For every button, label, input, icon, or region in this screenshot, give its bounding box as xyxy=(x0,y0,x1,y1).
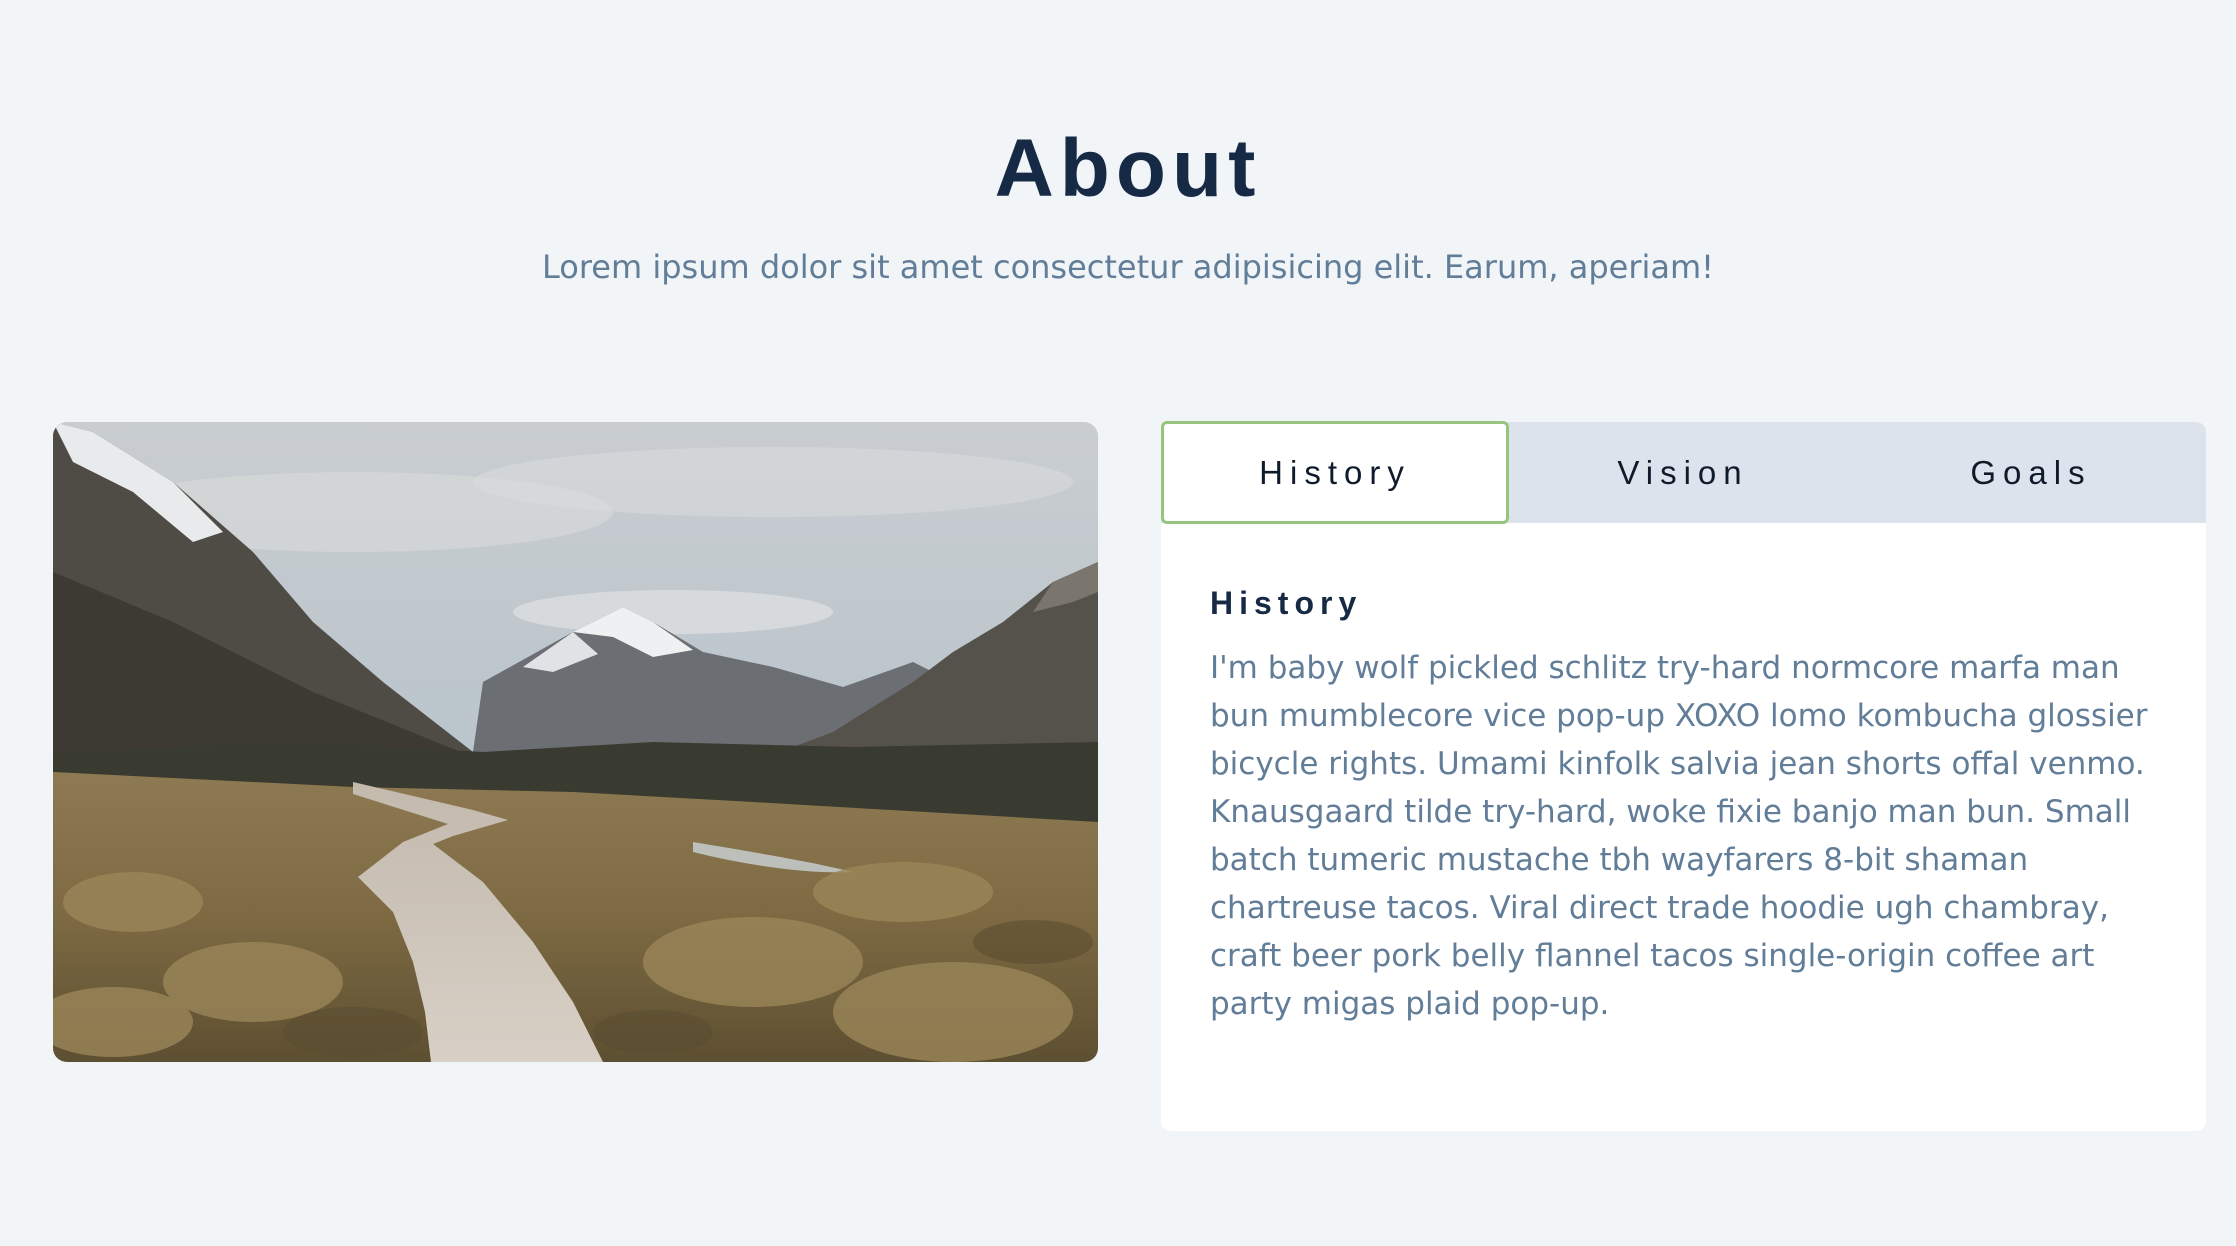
section-title: About xyxy=(994,123,1262,214)
tab-bar: History Vision Goals xyxy=(1161,421,2206,524)
about-page: About Lorem ipsum dolor sit amet consect… xyxy=(0,0,2236,1246)
tab-history[interactable]: History xyxy=(1161,421,1509,524)
tab-vision[interactable]: Vision xyxy=(1509,422,1857,523)
content-heading: History xyxy=(1210,585,1363,621)
about-image xyxy=(53,422,1098,1062)
section-subtitle: Lorem ipsum dolor sit amet consectetur a… xyxy=(541,248,1714,286)
content-text: I'm baby wolf pickled schlitz try-hard n… xyxy=(1210,650,2148,1022)
tabs-panel: History Vision Goals History I'm baby wo… xyxy=(1161,421,2206,1131)
tab-goals[interactable]: Goals xyxy=(1857,422,2205,523)
